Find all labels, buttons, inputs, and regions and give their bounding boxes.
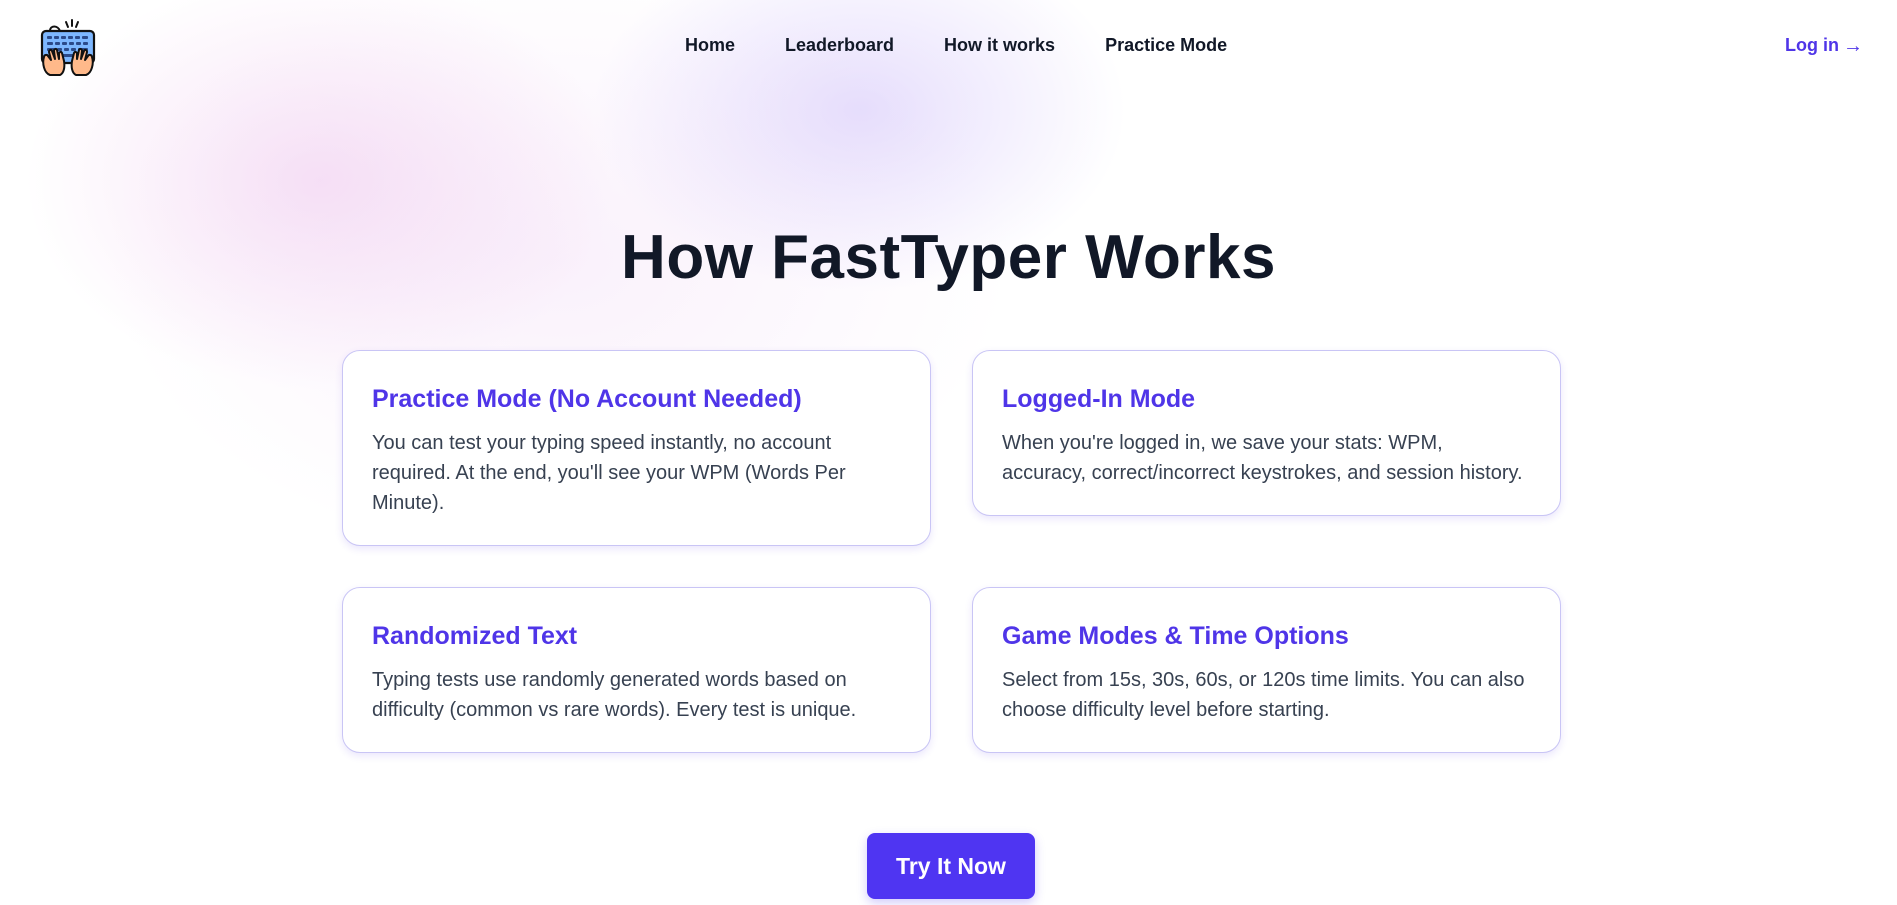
nav-link-leaderboard[interactable]: Leaderboard (785, 35, 894, 56)
nav-link-how-it-works[interactable]: How it works (944, 35, 1055, 56)
card-body: Select from 15s, 30s, 60s, or 120s time … (1002, 669, 1525, 721)
card-title: Practice Mode (No Account Needed) (372, 385, 802, 413)
main-nav: Home Leaderboard How it works Practice M… (685, 35, 1227, 56)
login-label: Log in (1785, 35, 1839, 55)
card-body: Typing tests use randomly generated word… (372, 669, 857, 721)
typing-hands-keyboard-icon[interactable] (38, 17, 98, 77)
nav-link-practice-mode[interactable]: Practice Mode (1105, 35, 1227, 56)
page-title: How FastTyper Works (621, 223, 1276, 292)
card-title: Randomized Text (372, 622, 578, 650)
navbar: Home Leaderboard How it works Practice M… (0, 0, 1897, 92)
feature-card-logged-in-mode: Logged-In Mode When you're logged in, we… (972, 350, 1561, 516)
card-body: When you're logged in, we save your stat… (1002, 432, 1523, 484)
nav-link-home[interactable]: Home (685, 35, 735, 56)
feature-card-game-modes: Game Modes & Time Options Select from 15… (972, 587, 1561, 753)
arrow-right-icon: → (1843, 34, 1863, 57)
card-title: Game Modes & Time Options (1002, 622, 1349, 650)
background-glow (0, 0, 1897, 905)
card-title: Logged-In Mode (1002, 385, 1196, 413)
login-link[interactable]: Log in → (1785, 35, 1863, 56)
feature-card-randomized-text: Randomized Text Typing tests use randoml… (342, 587, 931, 753)
card-body: You can test your typing speed instantly… (372, 432, 846, 514)
try-it-now-button[interactable]: Try It Now (867, 833, 1035, 899)
feature-card-practice-mode: Practice Mode (No Account Needed) You ca… (342, 350, 931, 546)
